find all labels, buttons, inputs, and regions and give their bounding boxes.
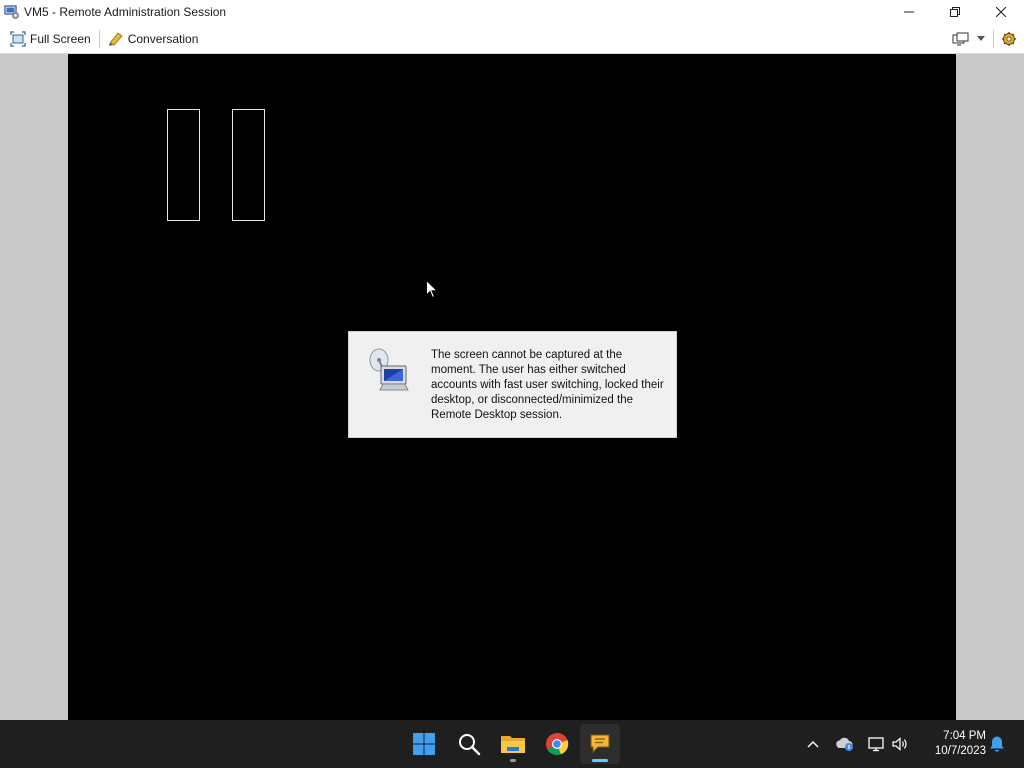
chevron-up-icon [807, 741, 819, 748]
full-screen-label: Full Screen [30, 31, 91, 46]
window-title-bar[interactable]: VM5 - Remote Administration Session [0, 0, 1024, 24]
conversation-button[interactable]: Conversation [102, 27, 205, 51]
search-icon [459, 734, 481, 756]
network-icon [868, 737, 884, 752]
conversation-app-icon [590, 734, 610, 754]
speaker-icon [892, 737, 907, 751]
remote-admin-app-icon [4, 4, 20, 20]
session-toolbar: Full Screen Conversation [0, 24, 1024, 54]
window-outline-right [232, 109, 265, 221]
window-title: VM5 - Remote Administration Session [24, 5, 227, 19]
monitor-icon [952, 32, 969, 46]
conversation-label: Conversation [127, 31, 199, 46]
onedrive-tray-button[interactable] [833, 720, 857, 768]
dropdown-arrow-icon [977, 36, 985, 41]
onedrive-icon [836, 737, 853, 751]
settings-button[interactable] [998, 27, 1020, 51]
screen-capture-message-text: The screen cannot be captured at the mom… [431, 349, 664, 421]
monitor-dropdown-button[interactable] [973, 27, 989, 51]
screen-capture-message: The screen cannot be captured at the mom… [348, 331, 677, 438]
volume-tray-button[interactable] [888, 720, 912, 768]
full-screen-icon [10, 30, 26, 47]
computer-with-satellite-icon [369, 348, 409, 391]
window-outline-left [167, 109, 200, 221]
conversation-app-button[interactable] [580, 724, 620, 764]
notifications-button[interactable] [986, 720, 1008, 768]
clock-date: 10/7/2023 [934, 745, 986, 757]
file-explorer-button[interactable] [493, 724, 533, 764]
windows-start-icon [413, 733, 435, 755]
minimize-button[interactable] [886, 0, 932, 24]
toolbar-separator [98, 29, 100, 48]
monitor-select-button[interactable] [949, 27, 973, 51]
running-indicator [510, 759, 516, 762]
start-button[interactable] [404, 724, 444, 764]
remote-screen[interactable]: The screen cannot be captured at the mom… [68, 54, 956, 720]
network-tray-button[interactable] [864, 720, 888, 768]
close-button[interactable] [978, 0, 1024, 24]
file-explorer-icon [501, 736, 525, 753]
settings-icon [1002, 32, 1016, 46]
chrome-icon [546, 732, 569, 756]
clock-time: 7:04 PM [943, 730, 986, 742]
chrome-button[interactable] [537, 724, 577, 764]
search-button[interactable] [449, 724, 489, 764]
restore-button[interactable] [932, 0, 978, 24]
conversation-icon [108, 31, 123, 46]
full-screen-button[interactable]: Full Screen [4, 27, 97, 51]
mouse-cursor-icon [426, 280, 438, 299]
show-hidden-icons-button[interactable] [802, 720, 824, 768]
taskbar: 7:04 PM 10/7/2023 [0, 720, 1024, 768]
clock[interactable]: 7:04 PM 10/7/2023 [918, 729, 986, 759]
active-indicator [592, 759, 608, 762]
notification-bell-icon [990, 736, 1004, 752]
toolbar-separator-right [993, 30, 994, 48]
